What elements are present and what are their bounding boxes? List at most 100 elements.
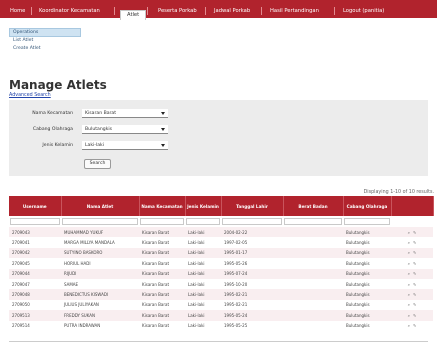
tab-hasil-pertandingan[interactable]: Hasil Pertandingan (264, 5, 325, 18)
row-actions: ⌕ ✎ (391, 320, 433, 331)
column-header-nama-kecamatan[interactable]: Nama Kecamatan (139, 196, 186, 216)
magnifier-icon[interactable]: ⌕ (408, 292, 410, 297)
column-header-tanggal-lahir[interactable]: Tanggal Lahir (221, 196, 284, 216)
cell-username: 2709514 (9, 320, 61, 331)
kecamatan-select[interactable]: Kisaran Barat (82, 109, 168, 118)
pencil-icon[interactable]: ✎ (413, 323, 416, 328)
operations-menu: Operations List Atlet Create Atlet (9, 28, 81, 53)
filter-username-input[interactable] (10, 218, 60, 225)
olahraga-value: Bulutangkis (85, 127, 113, 132)
tab-home[interactable]: Home (4, 5, 31, 18)
pencil-icon[interactable]: ✎ (413, 261, 416, 266)
tab-peserta-porkab[interactable]: Peserta Porkab (152, 5, 203, 18)
magnifier-icon[interactable]: ⌕ (408, 271, 410, 276)
cell-username: 2709041 (9, 237, 61, 248)
cell-kelamin: Laki-laki (185, 299, 221, 311)
tab-jadwal-porkab[interactable]: Jadwal Porkab (208, 5, 256, 18)
cell-username: 2709043 (9, 227, 61, 238)
filter-cabang-input[interactable] (344, 218, 390, 225)
kelamin-value: Laki-laki (85, 143, 104, 148)
row-actions: ⌕ ✎ (391, 247, 433, 259)
pencil-icon[interactable]: ✎ (413, 302, 416, 307)
table-row[interactable]: 2709041 MARGA MILLYA MANDALA Kisaran Barat… (9, 237, 433, 248)
cell-cabang: Bulutangkis (343, 289, 391, 300)
pencil-icon[interactable]: ✎ (413, 313, 416, 318)
magnifier-icon[interactable]: ⌕ (408, 313, 410, 318)
cell-tanggal: 1995-05-25 (221, 320, 283, 331)
footer-divider (9, 341, 428, 342)
cell-nama: BENEDICTUS KISWADI (61, 289, 139, 300)
cell-nama: RIJUDI (61, 268, 139, 279)
chevron-down-icon (161, 144, 165, 147)
magnifier-icon[interactable]: ⌕ (408, 230, 410, 235)
filter-nama-input[interactable] (62, 218, 138, 225)
pencil-icon[interactable]: ✎ (413, 271, 416, 276)
tab-logout[interactable]: Logout (panitia) (337, 5, 390, 18)
tab-atlet[interactable]: Atlet (120, 10, 147, 20)
cell-cabang: Bulutangkis (343, 258, 391, 269)
cell-kelamin: Laki-laki (185, 247, 221, 259)
cell-nama: HORIUL HADI (61, 258, 139, 269)
cell-berat (283, 310, 343, 321)
table-row[interactable]: 2709043 MUHAMMAD YUKUF Kisaran Barat Laki-l… (9, 227, 433, 238)
column-header-cabang-olahraga[interactable]: Cabang Olahraga (343, 196, 392, 216)
magnifier-icon[interactable]: ⌕ (408, 302, 410, 307)
magnifier-icon[interactable]: ⌕ (408, 261, 410, 266)
cell-kecamatan: Kisaran Barat (139, 227, 185, 238)
cell-kelamin: Laki-laki (185, 278, 221, 290)
table-row[interactable]: 2709045 HORIUL HADI Kisaran Barat Laki-laki… (9, 258, 433, 269)
column-header-nama-atlet[interactable]: Nama Atlet (61, 196, 140, 216)
pencil-icon[interactable]: ✎ (413, 240, 416, 245)
table-row[interactable]: 2709044 RIJUDI Kisaran Barat Laki-laki 1995-… (9, 268, 433, 279)
cell-tanggal: 1995-07-24 (221, 268, 283, 279)
cell-nama: MUHAMMAD YUKUF (61, 227, 139, 238)
cell-username: 2709047 (9, 278, 61, 290)
kelamin-select[interactable]: Laki-laki (82, 141, 168, 150)
pencil-icon[interactable]: ✎ (413, 250, 416, 255)
cell-berat (283, 247, 343, 259)
cell-username: 2709044 (9, 268, 61, 279)
table-row[interactable]: 2709514 PUTRA INDRAWAN Kisaran Barat Laki-l… (9, 320, 433, 331)
table-row[interactable]: 2709042 SUTYINO BASKORO Kisaran Barat Laki-… (9, 247, 433, 259)
list-atlet-link[interactable]: List Atlet (9, 37, 81, 45)
cell-tanggal: 2004-02-22 (221, 227, 283, 238)
cell-kelamin: Laki-laki (185, 320, 221, 331)
magnifier-icon[interactable]: ⌕ (408, 323, 410, 328)
filter-kecamatan-input[interactable] (140, 218, 184, 225)
search-button[interactable]: Search (84, 159, 111, 169)
magnifier-icon[interactable]: ⌕ (408, 282, 410, 287)
pencil-icon[interactable]: ✎ (413, 292, 416, 297)
search-form: Nama Kecamatan Kisaran Barat Cabang Olah… (9, 100, 428, 176)
table-row[interactable]: 2709050 JULIUS JULIYAKAN Kisaran Barat Laki… (9, 299, 433, 311)
magnifier-icon[interactable]: ⌕ (408, 240, 410, 245)
create-atlet-link[interactable]: Create Atlet (9, 45, 81, 53)
cell-nama: PUTRA INDRAWAN (61, 320, 139, 331)
filter-kelamin-input[interactable] (186, 218, 220, 225)
olahraga-select[interactable]: Bulutangkis (82, 125, 168, 134)
pencil-icon[interactable]: ✎ (413, 230, 416, 235)
tab-separator (261, 7, 262, 15)
tab-koordinator-kecamatan[interactable]: Koordinator Kecamatan (33, 5, 106, 18)
cell-berat (283, 237, 343, 248)
cell-kecamatan: Kisaran Barat (139, 278, 185, 290)
advanced-search-link[interactable]: Advanced Search (9, 93, 51, 98)
column-header-username[interactable]: Username (9, 196, 62, 216)
table-row[interactable]: 2709047 SAMAE Kisaran Barat Laki-laki 1995-1… (9, 278, 433, 290)
cell-nama: MARGA MILLYA MANDALA (61, 237, 139, 248)
column-header-berat-badan[interactable]: Berat Badan (283, 196, 344, 216)
cell-kecamatan: Kisaran Barat (139, 289, 185, 300)
cell-nama: SUTYINO BASKORO (61, 247, 139, 259)
cell-cabang: Bulutangkis (343, 299, 391, 311)
row-actions: ⌕ ✎ (391, 289, 433, 300)
pencil-icon[interactable]: ✎ (413, 282, 416, 287)
table-row[interactable]: 2709513 FREDDY SUKAN Kisaran Barat Laki-lak… (9, 310, 433, 321)
filter-tanggal-input[interactable] (222, 218, 282, 225)
magnifier-icon[interactable]: ⌕ (408, 250, 410, 255)
cell-nama: FREDDY SUKAN (61, 310, 139, 321)
column-header-jenis-kelamin[interactable]: Jenis Kelamin (185, 196, 222, 216)
table-row[interactable]: 2709048 BENEDICTUS KISWADI Kisaran Barat La… (9, 289, 433, 300)
cell-berat (283, 227, 343, 238)
filter-berat-input[interactable] (284, 218, 342, 225)
kecamatan-label: Nama Kecamatan (32, 111, 73, 116)
cell-tanggal: 1995-02-21 (221, 289, 283, 300)
